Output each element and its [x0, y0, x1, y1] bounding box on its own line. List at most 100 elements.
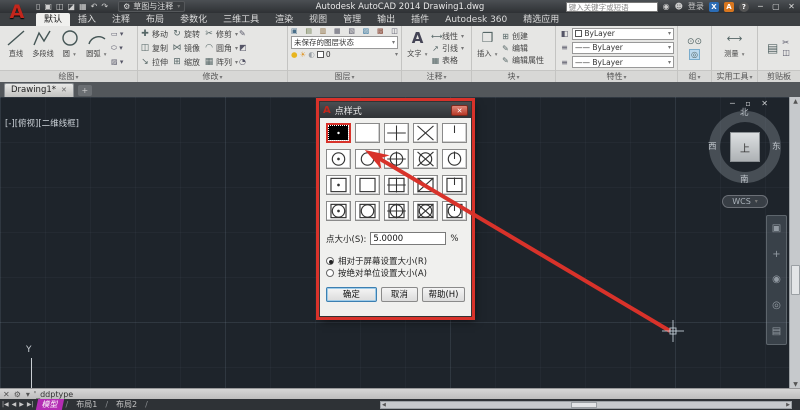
workspace-switcher[interactable]: ⚙ 草图与注释 ▾	[118, 1, 186, 12]
layer-tool-icon-7[interactable]: ▩	[377, 27, 384, 35]
help-button[interactable]: 帮助(H)	[421, 287, 465, 302]
ribbon-tab-8[interactable]: 视图	[301, 13, 335, 26]
ribbon-tab-4[interactable]: 布局	[138, 13, 172, 26]
point-style-square-tick[interactable]	[442, 175, 467, 195]
close-command-icon[interactable]: ✕	[3, 390, 10, 399]
ok-button[interactable]: 确定	[326, 287, 377, 302]
panel-label-groups[interactable]: 组▾	[678, 70, 711, 82]
copy-clip-icon[interactable]: ◫	[782, 48, 790, 58]
recent-commands-icon[interactable]: ▾	[26, 390, 30, 399]
array-tool[interactable]: ▦ 阵列 ▾	[204, 55, 238, 69]
arc-tool[interactable]: 圆弧 ▾	[83, 27, 110, 69]
point-style-square-plus[interactable]	[384, 175, 409, 195]
layer-tool-icon-4[interactable]: ▦	[334, 27, 341, 35]
point-style-circle-dot[interactable]	[326, 149, 351, 169]
point-size-input[interactable]	[370, 232, 447, 245]
minimize-button[interactable]: ─	[754, 2, 767, 11]
vertical-scrollbar[interactable]: ▲ ▼	[789, 97, 800, 389]
hatch-icon[interactable]: ▨ ▾	[111, 57, 123, 67]
point-style-square-circle-plus[interactable]	[384, 201, 409, 221]
trim-tool[interactable]: ✂ 修剪 ▾	[204, 27, 238, 41]
point-style-square-circle-cross[interactable]	[413, 201, 438, 221]
erase-icon[interactable]: ✎	[239, 29, 247, 39]
scroll-up-icon[interactable]: ▲	[790, 98, 800, 105]
panel-label-modify[interactable]: 修改▾	[138, 70, 287, 82]
scroll-down-icon[interactable]: ▼	[790, 381, 800, 388]
point-style-tick[interactable]	[442, 123, 467, 143]
scale-tool[interactable]: ⊞ 缩放	[172, 55, 200, 69]
text-tool[interactable]: A 文字 ▾	[404, 27, 431, 69]
panel-label-annotate[interactable]: 注释▾	[402, 70, 471, 82]
undo-icon[interactable]: ↶	[91, 2, 98, 11]
wcs-menu[interactable]: WCS ▾	[722, 195, 768, 208]
offset-icon[interactable]: ◔	[239, 57, 247, 67]
dialog-title-bar[interactable]: A 点样式 ✕	[320, 102, 471, 118]
layer-tool-icon-1[interactable]: ▣	[291, 27, 298, 35]
layer-tool-icon-3[interactable]: ▥	[320, 27, 327, 35]
rotate-tool[interactable]: ↻ 旋转	[172, 27, 200, 41]
ribbon-tab-10[interactable]: 输出	[369, 13, 403, 26]
command-line[interactable]: ✕ ⚙ ▾ '_ddptype	[0, 388, 800, 399]
ribbon-tab-11[interactable]: 插件	[403, 13, 437, 26]
pan-icon[interactable]: +	[772, 249, 780, 260]
viewcube[interactable]: 北 西 东 南 上 WCS ▾	[706, 107, 784, 217]
save-as-icon[interactable]: ◪	[68, 2, 76, 11]
layer-state-dropdown[interactable]: 未保存的图层状态 ▾	[291, 36, 398, 49]
rectangle-icon[interactable]: ▭ ▾	[111, 29, 123, 39]
point-style-square-blank[interactable]	[355, 175, 380, 195]
panel-label-block[interactable]: 块▾	[472, 70, 555, 82]
ellipse-icon[interactable]: ⬭ ▾	[111, 43, 123, 53]
orbit-icon[interactable]: ◎	[772, 300, 781, 311]
move-tool[interactable]: ✚ 移动	[140, 27, 168, 41]
absolute-units-radio[interactable]: 按绝对单位设置大小(A)	[326, 267, 465, 279]
exchange-apps-icon[interactable]: X	[708, 1, 719, 12]
point-style-circle-tick[interactable]	[442, 149, 467, 169]
point-style-plus[interactable]	[384, 123, 409, 143]
layout1-tab[interactable]: 布局1	[71, 399, 102, 410]
last-tab-icon[interactable]: ▶|	[27, 401, 34, 408]
point-style-square-circle-dot[interactable]	[326, 201, 351, 221]
compass-north[interactable]: 北	[740, 106, 749, 118]
panel-label-layers[interactable]: 图层▾	[288, 70, 401, 82]
ribbon-tab-5[interactable]: 参数化	[172, 13, 215, 26]
point-style-circle-cross[interactable]	[413, 149, 438, 169]
layer-tool-icon-5[interactable]: ▧	[348, 27, 355, 35]
point-style-circle-plus[interactable]	[384, 149, 409, 169]
leader-tool[interactable]: ↗ 引线 ▾	[431, 43, 464, 54]
insert-block-tool[interactable]: ❒ 插入 ▾	[474, 27, 501, 69]
linear-dimension-tool[interactable]: ⟷ 线性 ▾	[431, 31, 464, 42]
measure-tool[interactable]: ⟷ 测量 ▾	[714, 27, 755, 69]
ribbon-tab-3[interactable]: 注释	[104, 13, 138, 26]
sign-in-link[interactable]: 登录	[688, 1, 704, 12]
search-icon[interactable]: ◉	[663, 2, 670, 11]
close-tab-icon[interactable]: ✕	[61, 84, 67, 97]
point-style-circle-blank[interactable]	[355, 149, 380, 169]
plot-icon[interactable]: ▦	[79, 2, 87, 11]
prev-tab-icon[interactable]: ◀	[12, 401, 17, 408]
mirror-tool[interactable]: ⋈ 镜像	[172, 41, 201, 55]
layer-tool-icon-8[interactable]: ◫	[391, 27, 398, 35]
edit-block-tool[interactable]: ✎ 编辑	[501, 43, 544, 54]
compass-south[interactable]: 南	[740, 173, 749, 185]
ungroup-icon[interactable]: ◎	[689, 48, 700, 60]
panel-label-draw[interactable]: 绘图▾	[0, 70, 137, 82]
object-color-dropdown[interactable]: ◧ ByLayer ▾	[559, 27, 674, 40]
lineweight-dropdown[interactable]: ≡ —— ByLayer ▾	[559, 56, 674, 69]
point-style-square-cross[interactable]	[413, 175, 438, 195]
point-style-cross[interactable]	[413, 123, 438, 143]
horizontal-scrollbar[interactable]: ◀ ▶	[380, 401, 792, 409]
horizontal-scroll-thumb[interactable]	[571, 402, 597, 408]
line-tool[interactable]: 直线	[2, 27, 29, 69]
ribbon-tab-6[interactable]: 三维工具	[215, 13, 267, 26]
next-tab-icon[interactable]: ▶	[19, 401, 24, 408]
viewport-controls[interactable]: [-][俯视][二维线框]	[5, 117, 79, 129]
first-tab-icon[interactable]: |◀	[2, 401, 9, 408]
help-icon[interactable]: ?	[738, 1, 749, 12]
copy-tool[interactable]: ◫ 复制	[140, 41, 168, 55]
redo-icon[interactable]: ↷	[101, 2, 108, 11]
full-nav-wheel-icon[interactable]: ▣	[772, 223, 781, 234]
vertical-scroll-thumb[interactable]	[791, 265, 800, 295]
cut-icon[interactable]: ✂	[782, 38, 790, 48]
paste-icon[interactable]: ▤	[767, 41, 778, 55]
layout2-tab[interactable]: 布局2	[111, 399, 142, 410]
